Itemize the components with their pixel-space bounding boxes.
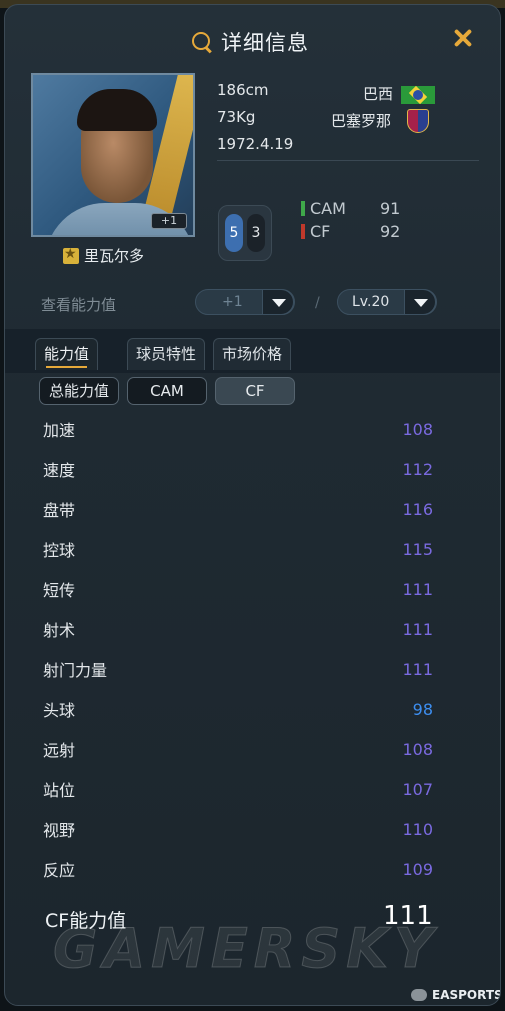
subtab-cam[interactable]: CAM [127,377,207,405]
stat-value: 107 [402,779,433,799]
brazil-flag-icon [401,86,435,104]
player-nation: 巴西 [363,85,394,103]
account-label: EASPORTS [432,988,501,1002]
stat-label: 射术 [43,621,76,640]
stat-value: 108 [402,419,433,439]
stat-value: 111 [402,619,433,639]
close-icon[interactable] [452,27,474,49]
position-label: CAM [310,199,346,218]
total-label: CF能力值 [45,910,127,932]
tab-market-price[interactable]: 市场价格 [213,338,292,370]
player-portrait: +1 [31,73,195,237]
title-wrap: 详细信息 [191,25,309,59]
player-weight: 73Kg [217,108,256,126]
player-birthdate: 1972.4.19 [217,135,294,153]
upgrade-badge: +1 [151,213,187,229]
stat-row: 加速 108 [43,416,433,442]
stat-label: 反应 [43,861,76,880]
position-color-bar [301,224,305,239]
stat-row: 盘带 116 [43,496,433,522]
upgrade-dropdown[interactable]: +1 [195,289,295,315]
stat-row: 射门力量 111 [43,656,433,682]
stat-row: 短传 111 [43,576,433,602]
stat-row: 射术 111 [43,616,433,642]
tab-player-traits[interactable]: 球员特性 [127,338,206,370]
stat-label: 加速 [43,421,76,440]
skill-b: 3 [247,214,265,252]
position-label: CF [310,222,331,241]
position-row-cf: CF 92 [301,222,400,241]
stat-value: 108 [402,739,433,759]
position-value: 92 [380,222,401,241]
stat-value: 111 [402,659,433,679]
upgrade-value: +1 [222,294,243,310]
stat-label: 站位 [43,781,76,800]
header: 详细信息 [5,5,500,69]
stat-row: 控球 115 [43,536,433,562]
stat-row: 反应 109 [43,856,433,882]
stat-label: 射门力量 [43,661,108,680]
stat-row: 速度 112 [43,456,433,482]
skill-moves-badge: 5 3 [218,205,272,261]
player-name: 里瓦尔多 [84,247,145,265]
position-color-bar [301,201,305,216]
subtab-overall[interactable]: 总能力值 [39,377,119,405]
account-tag: EASPORTS [411,988,501,1002]
skill-a: 5 [225,214,243,252]
total-value: 111 [383,901,433,931]
stat-row: 视野 110 [43,816,433,842]
stat-label: 短传 [43,581,76,600]
divider [217,160,479,161]
stat-label: 头球 [43,701,76,720]
stat-label: 速度 [43,461,76,480]
player-club: 巴塞罗那 [331,112,392,130]
stat-value: 111 [402,579,433,599]
view-stats-label: 查看能力值 [41,296,117,314]
player-name-row: 里瓦尔多 [63,245,144,266]
level-value: Lv.20 [352,294,390,310]
chevron-down-icon[interactable] [262,289,294,315]
stat-value: 112 [402,459,433,479]
stat-row: 远射 108 [43,736,433,762]
search-icon [191,31,213,53]
stat-value: 98 [412,699,433,719]
stat-row: 站位 107 [43,776,433,802]
stat-label: 视野 [43,821,76,840]
club-crest-icon [407,109,429,133]
position-value: 91 [380,199,401,218]
stat-value: 116 [402,499,433,519]
level-dropdown[interactable]: Lv.20 [337,289,437,315]
stat-row: 头球 98 [43,696,433,722]
stat-value: 110 [402,819,433,839]
player-height: 186cm [217,81,269,99]
stat-label: 远射 [43,741,76,760]
page-title: 详细信息 [221,31,309,55]
stat-label: 盘带 [43,501,76,520]
subtab-cf[interactable]: CF [215,377,295,405]
stat-value: 115 [402,539,433,559]
star-icon [63,246,79,264]
stat-value: 109 [402,859,433,879]
separator: / [315,295,320,311]
stat-label: 控球 [43,541,76,560]
tab-abilities[interactable]: 能力值 [35,338,99,370]
player-detail-panel: 详细信息 +1 里瓦尔多 186cm 73Kg 1972.4.19 巴西 巴塞罗… [4,4,501,1006]
wechat-icon [411,989,427,1001]
chevron-down-icon[interactable] [404,289,436,315]
position-row-cam: CAM 91 [301,199,400,218]
